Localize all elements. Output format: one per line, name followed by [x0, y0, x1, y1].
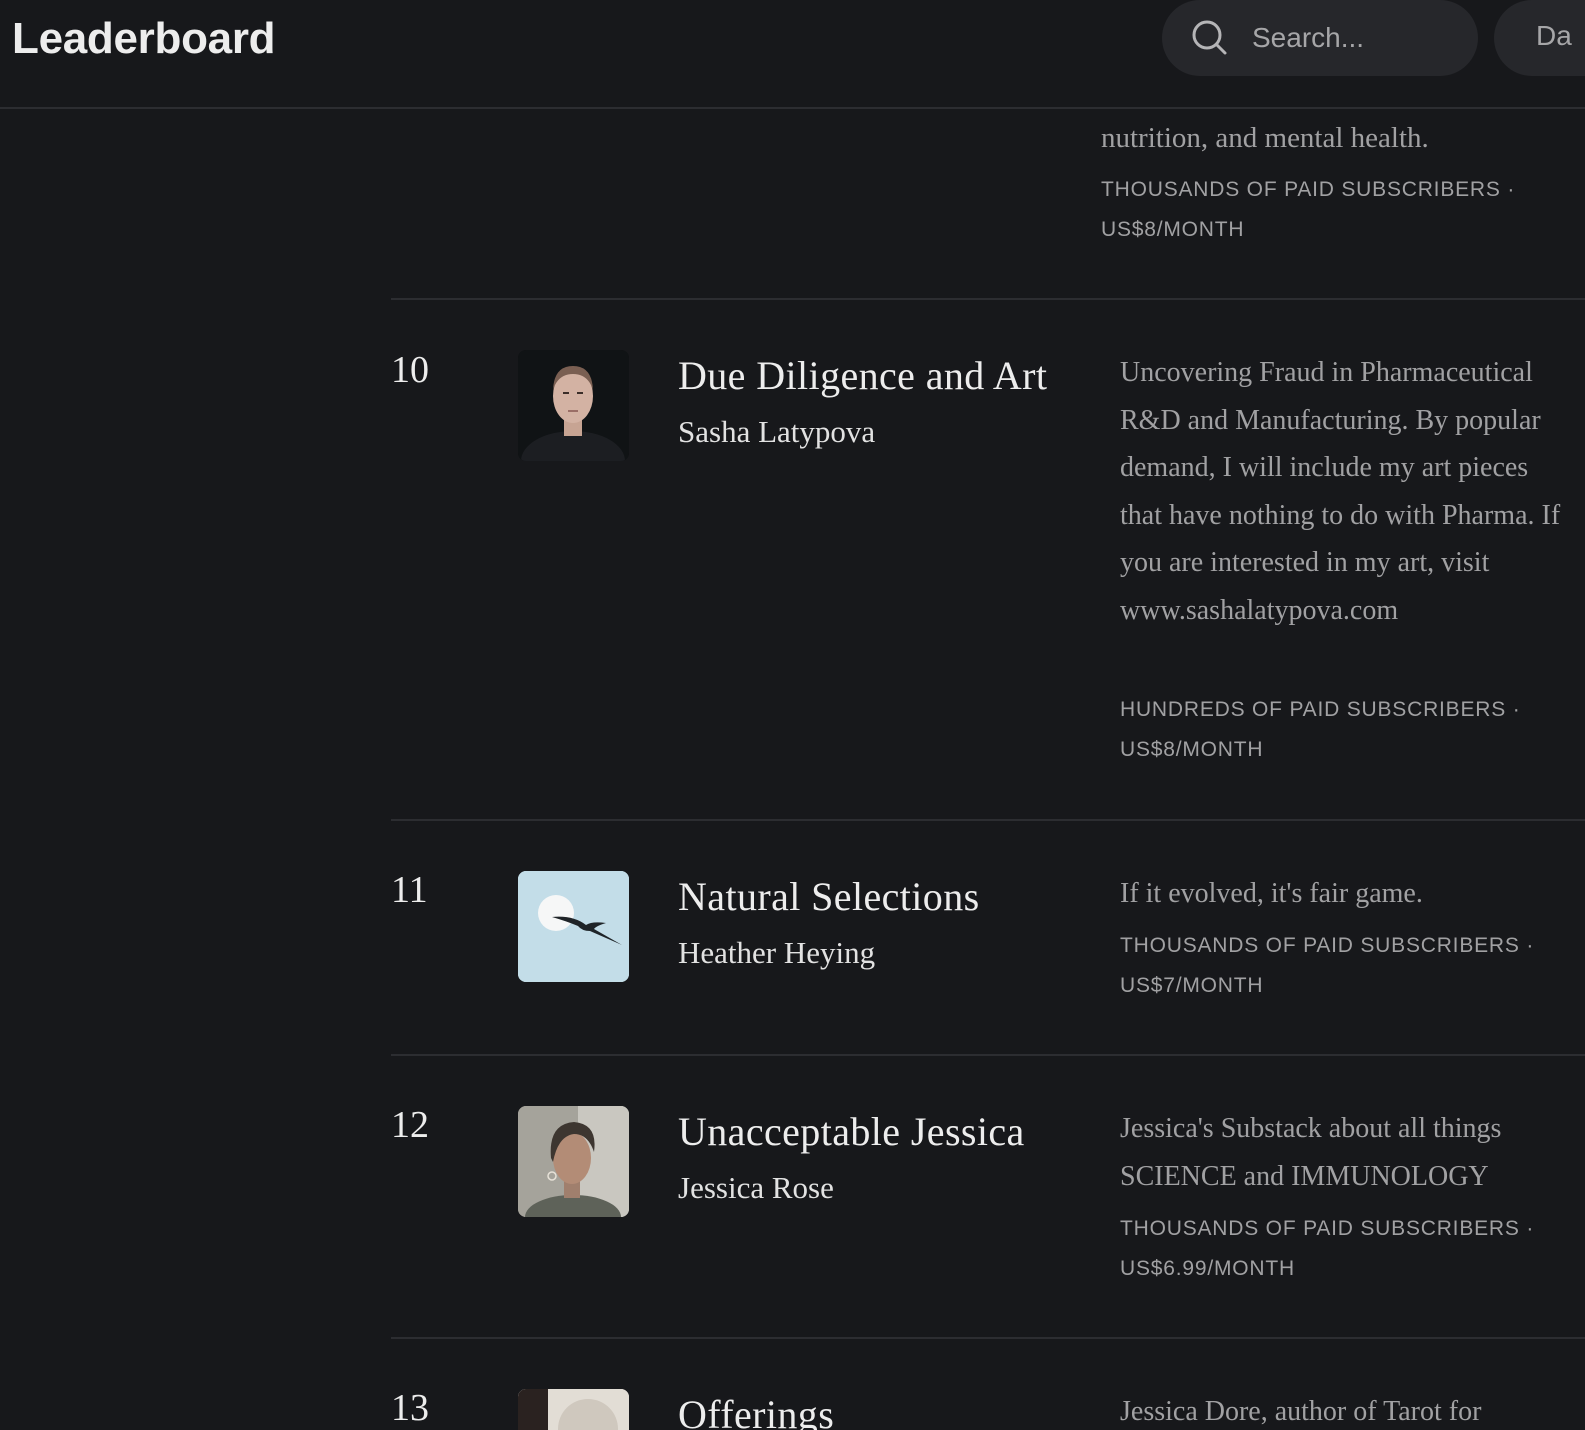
- portrait-photo: [518, 350, 629, 461]
- rank-number: 11: [391, 869, 428, 911]
- subscriber-meta: THOUSANDS OF PAID SUBSCRIBERS · US$6.99/…: [1120, 1217, 1535, 1280]
- author-name[interactable]: Heather Heying: [678, 933, 875, 973]
- row-divider: [391, 819, 1585, 821]
- author-name[interactable]: Sasha Latypova: [678, 412, 875, 452]
- publication-avatar[interactable]: [518, 350, 629, 461]
- publication-title[interactable]: Due Diligence and Art: [678, 350, 1047, 402]
- top-bar: Leaderboard Da: [0, 0, 1585, 109]
- author-name[interactable]: Jessica Rose: [678, 1168, 834, 1208]
- page-title: Leaderboard: [12, 14, 276, 63]
- search-input[interactable]: [1250, 14, 1464, 62]
- publication-description: Uncovering Fraud in Pharmaceutical R&D a…: [1120, 357, 1561, 626]
- rank-number: 10: [391, 349, 429, 391]
- publication-title[interactable]: Unacceptable Jessica: [678, 1106, 1025, 1158]
- subscriber-meta: HUNDREDS OF PAID SUBSCRIBERS · US$8/MONT…: [1120, 698, 1521, 761]
- bird-and-moon-icon: [518, 871, 629, 982]
- previous-entry-description: nutrition, and mental health.: [1101, 122, 1429, 154]
- publication-avatar[interactable]: [518, 871, 629, 982]
- leaderboard-page: Leaderboard Da nutrition, and mental hea…: [0, 0, 1585, 1430]
- filter-button[interactable]: Da: [1494, 0, 1585, 76]
- search-icon: [1192, 20, 1227, 55]
- rank-number: 13: [391, 1387, 429, 1429]
- row-divider: [391, 1337, 1585, 1339]
- search-box[interactable]: [1162, 0, 1478, 76]
- portrait-photo: [518, 1106, 629, 1217]
- publication-description: Jessica's Substack about all things SCIE…: [1120, 1113, 1502, 1192]
- row-divider: [391, 1054, 1585, 1056]
- publication-description: If it evolved, it's fair game.: [1120, 878, 1423, 909]
- portrait-photo: [518, 1389, 629, 1430]
- subscriber-meta: THOUSANDS OF PAID SUBSCRIBERS · US$7/MON…: [1120, 934, 1535, 997]
- row-divider: [391, 298, 1585, 300]
- publication-description: Jessica Dore, author of Tarot for: [1120, 1396, 1482, 1427]
- filter-label: Da: [1536, 20, 1572, 51]
- publication-avatar[interactable]: [518, 1389, 629, 1430]
- rank-number: 12: [391, 1104, 429, 1146]
- publication-title[interactable]: Natural Selections: [678, 871, 980, 923]
- publication-avatar[interactable]: [518, 1106, 629, 1217]
- previous-entry-meta: THOUSANDS OF PAID SUBSCRIBERS · US$8/MON…: [1101, 178, 1516, 241]
- publication-title[interactable]: Offerings: [678, 1389, 834, 1430]
